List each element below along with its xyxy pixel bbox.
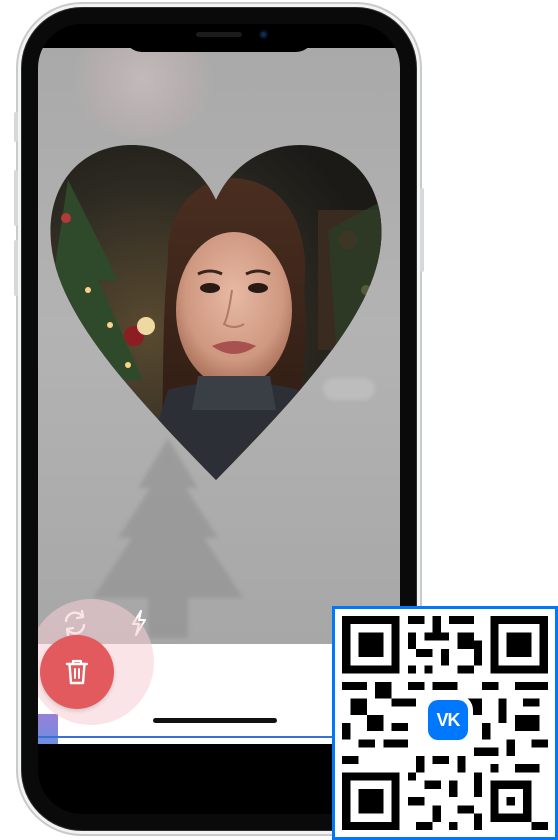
volume-up-button [14, 170, 18, 226]
notch [124, 24, 314, 52]
power-button [420, 188, 424, 272]
volume-down-button [14, 240, 18, 296]
earpiece-speaker [196, 32, 242, 37]
blurred-background-face [68, 48, 218, 138]
gradient-edge [38, 714, 58, 744]
front-camera-lens [259, 30, 268, 39]
vk-logo-text: VK [436, 709, 460, 730]
camera-preview[interactable] [38, 48, 400, 668]
home-indicator[interactable] [153, 718, 277, 723]
trash-icon [65, 659, 89, 685]
delete-button[interactable] [40, 635, 114, 709]
vk-qr-code[interactable]: VK [332, 606, 558, 840]
heart-video-frame[interactable] [48, 140, 384, 486]
mute-switch [14, 112, 18, 142]
vk-logo-icon: VK [428, 700, 468, 740]
